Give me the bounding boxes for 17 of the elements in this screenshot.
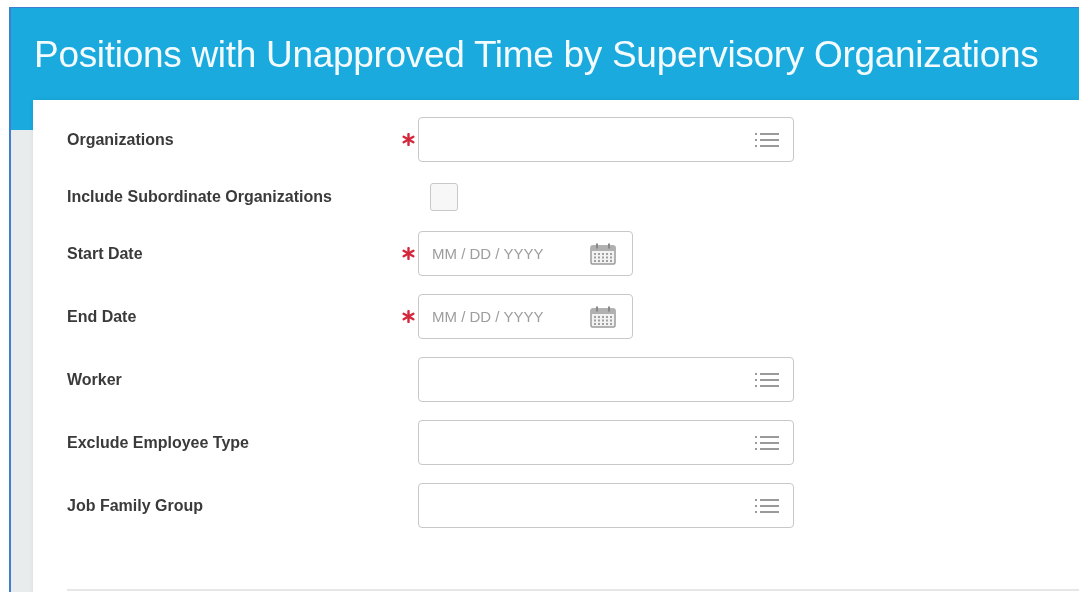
date-field[interactable]: MM / DD / YYYY xyxy=(418,294,633,339)
prompt-field[interactable] xyxy=(418,483,794,528)
field-label: Worker xyxy=(67,370,123,389)
prompt-field[interactable] xyxy=(418,420,794,465)
checkbox[interactable] xyxy=(430,182,458,211)
page-title: Positions with Unapproved Time by Supervisory Organizations xyxy=(34,34,1039,76)
field-label: End Date xyxy=(67,307,138,326)
field-label: Organizations xyxy=(67,130,175,149)
date-field[interactable]: MM / DD / YYYY xyxy=(418,231,633,276)
field-label: Job Family Group xyxy=(67,496,204,515)
field-label: Exclude Employee Type xyxy=(67,433,250,452)
field-label: Start Date xyxy=(67,244,144,263)
prompt-field[interactable] xyxy=(418,357,794,402)
field-label: Include Subordinate Organizations xyxy=(67,187,333,206)
calendar-icon[interactable] xyxy=(590,242,616,265)
prompt-field[interactable] xyxy=(418,117,794,162)
calendar-icon[interactable] xyxy=(590,305,616,328)
